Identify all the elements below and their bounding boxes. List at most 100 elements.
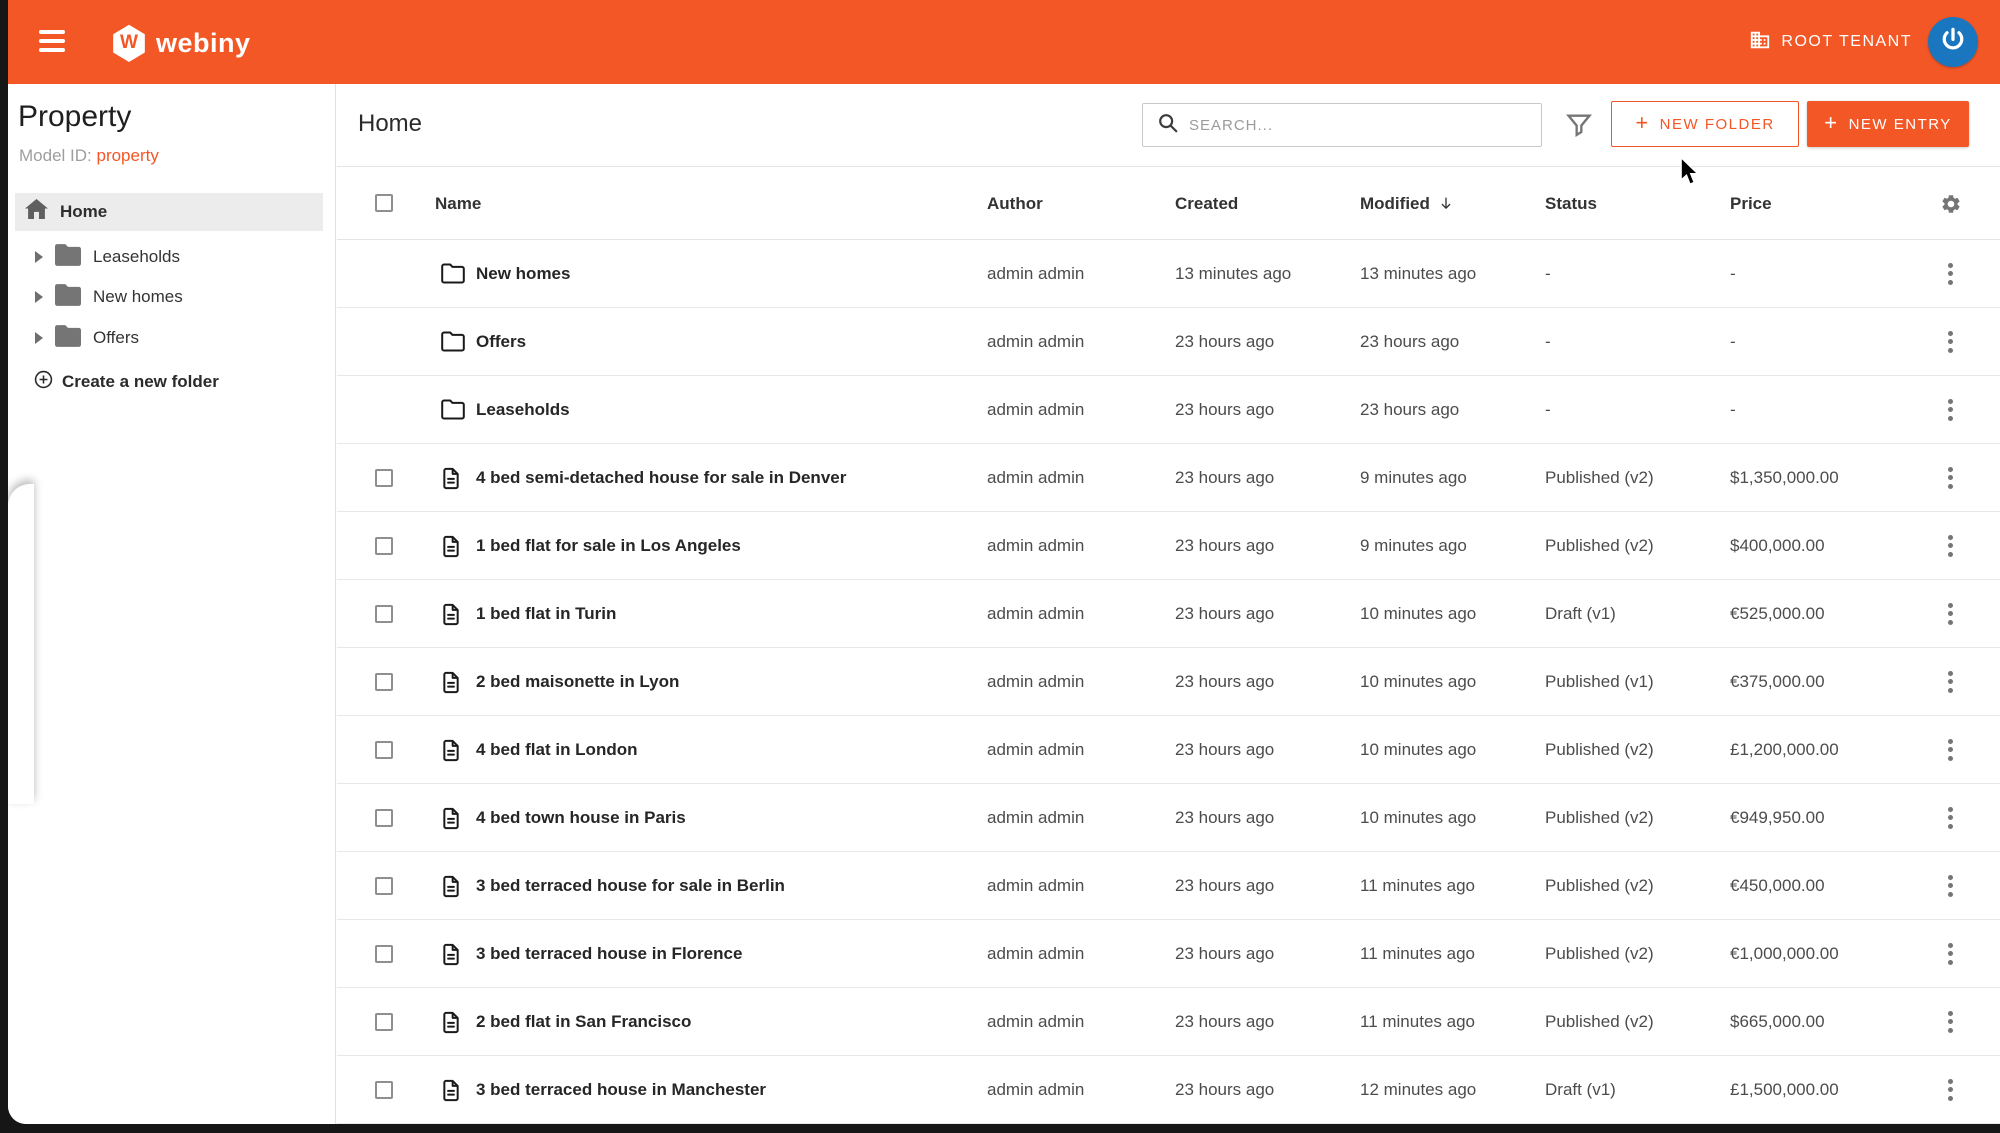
row-menu-kebab-icon[interactable] (1942, 398, 1958, 422)
row-checkbox[interactable] (375, 945, 393, 963)
table-row[interactable]: Offers admin admin 23 hours ago 23 hours… (337, 308, 2000, 376)
app-window: W webiny ROOT TENANT (8, 0, 2000, 1124)
table-row[interactable]: 2 bed maisonette in Lyon admin admin 23 … (337, 648, 2000, 716)
row-menu-kebab-icon[interactable] (1942, 534, 1958, 558)
entry-name[interactable]: 4 bed town house in Paris (476, 808, 686, 828)
select-all-checkbox[interactable] (375, 194, 393, 212)
row-checkbox[interactable] (375, 1081, 393, 1099)
entry-status: Published (v2) (1545, 468, 1654, 488)
document-icon (441, 807, 461, 835)
row-menu-kebab-icon[interactable] (1942, 738, 1958, 762)
row-checkbox[interactable] (375, 673, 393, 691)
entry-created: 23 hours ago (1175, 604, 1274, 624)
column-header-name[interactable]: Name (435, 194, 481, 214)
entry-price: - (1730, 400, 1736, 420)
building-icon (1749, 29, 1771, 56)
column-header-status[interactable]: Status (1545, 194, 1597, 214)
table-row[interactable]: 3 bed terraced house in Manchester admin… (337, 1056, 2000, 1124)
chevron-right-icon[interactable] (35, 291, 43, 303)
entry-name[interactable]: New homes (476, 264, 570, 284)
tenant-selector[interactable]: ROOT TENANT (1749, 29, 1912, 56)
entry-name[interactable]: 1 bed flat for sale in Los Angeles (476, 536, 741, 556)
entry-status: Published (v2) (1545, 536, 1654, 556)
row-menu-kebab-icon[interactable] (1942, 942, 1958, 966)
user-avatar[interactable] (1928, 17, 1978, 67)
entry-name[interactable]: Offers (476, 332, 526, 352)
table-row[interactable]: 1 bed flat for sale in Los Angeles admin… (337, 512, 2000, 580)
model-title: Property (18, 100, 131, 134)
table-row[interactable]: 4 bed flat in London admin admin 23 hour… (337, 716, 2000, 784)
row-menu-kebab-icon[interactable] (1942, 874, 1958, 898)
row-menu-kebab-icon[interactable] (1942, 670, 1958, 694)
entry-name[interactable]: 3 bed terraced house in Manchester (476, 1080, 766, 1100)
new-entry-label: NEW ENTRY (1849, 116, 1952, 133)
entry-price: €525,000.00 (1730, 604, 1825, 624)
row-menu-kebab-icon[interactable] (1942, 1078, 1958, 1102)
entry-name[interactable]: 2 bed flat in San Francisco (476, 1012, 691, 1032)
entry-author: admin admin (987, 536, 1084, 556)
row-checkbox[interactable] (375, 877, 393, 895)
table-row[interactable]: 1 bed flat in Turin admin admin 23 hours… (337, 580, 2000, 648)
sidebar-folder-new-homes[interactable]: New homes (8, 277, 323, 317)
row-menu-kebab-icon[interactable] (1942, 1010, 1958, 1034)
row-checkbox[interactable] (375, 1013, 393, 1031)
column-settings-gear-icon[interactable] (1940, 193, 1962, 220)
new-entry-button[interactable]: + NEW ENTRY (1807, 101, 1969, 147)
sidebar-item-home[interactable]: Home (15, 193, 323, 231)
sidebar-folder-offers[interactable]: Offers (8, 318, 323, 358)
entry-created: 23 hours ago (1175, 332, 1274, 352)
plus-icon: + (1635, 112, 1649, 134)
entry-price: €1,000,000.00 (1730, 944, 1839, 964)
entry-status: Published (v2) (1545, 876, 1654, 896)
entry-name[interactable]: 3 bed terraced house for sale in Berlin (476, 876, 785, 896)
column-header-author[interactable]: Author (987, 194, 1043, 214)
chevron-right-icon[interactable] (35, 251, 43, 263)
entry-status: - (1545, 332, 1551, 352)
row-menu-kebab-icon[interactable] (1942, 806, 1958, 830)
menu-hamburger-icon[interactable] (39, 30, 65, 52)
table-row[interactable]: New homes admin admin 13 minutes ago 13 … (337, 240, 2000, 308)
row-checkbox[interactable] (375, 469, 393, 487)
row-menu-kebab-icon[interactable] (1942, 466, 1958, 490)
table-row[interactable]: 2 bed flat in San Francisco admin admin … (337, 988, 2000, 1056)
row-checkbox[interactable] (375, 537, 393, 555)
entry-created: 23 hours ago (1175, 740, 1274, 760)
column-header-price[interactable]: Price (1730, 194, 1772, 214)
table-row[interactable]: 4 bed semi-detached house for sale in De… (337, 444, 2000, 512)
tenant-label: ROOT TENANT (1781, 33, 1912, 51)
new-folder-button[interactable]: + NEW FOLDER (1611, 101, 1799, 147)
table-row[interactable]: 3 bed terraced house for sale in Berlin … (337, 852, 2000, 920)
entry-name[interactable]: 1 bed flat in Turin (476, 604, 616, 624)
entry-name[interactable]: 4 bed semi-detached house for sale in De… (476, 468, 846, 488)
table-row[interactable]: Leaseholds admin admin 23 hours ago 23 h… (337, 376, 2000, 444)
create-folder-button[interactable]: Create a new folder (34, 370, 219, 394)
table-body: New homes admin admin 13 minutes ago 13 … (337, 240, 2000, 1124)
sidebar-folder-leaseholds[interactable]: Leaseholds (8, 237, 323, 277)
entry-author: admin admin (987, 876, 1084, 896)
webiny-logo[interactable]: W webiny (110, 23, 251, 63)
entry-author: admin admin (987, 332, 1084, 352)
entry-modified: 11 minutes ago (1360, 876, 1475, 896)
entry-author: admin admin (987, 604, 1084, 624)
entry-name[interactable]: 4 bed flat in London (476, 740, 637, 760)
row-checkbox[interactable] (375, 605, 393, 623)
search-input[interactable] (1189, 117, 1541, 134)
row-menu-kebab-icon[interactable] (1942, 602, 1958, 626)
row-menu-kebab-icon[interactable] (1942, 330, 1958, 354)
entry-price: €375,000.00 (1730, 672, 1825, 692)
entry-name[interactable]: 2 bed maisonette in Lyon (476, 672, 679, 692)
filter-button[interactable] (1565, 111, 1595, 141)
row-checkbox[interactable] (375, 809, 393, 827)
row-menu-kebab-icon[interactable] (1942, 262, 1958, 286)
row-checkbox[interactable] (375, 741, 393, 759)
column-header-created[interactable]: Created (1175, 194, 1238, 214)
model-id-label: Model ID: (19, 146, 96, 165)
document-icon (441, 535, 461, 563)
entry-name[interactable]: Leaseholds (476, 400, 570, 420)
table-row[interactable]: 4 bed town house in Paris admin admin 23… (337, 784, 2000, 852)
chevron-right-icon[interactable] (35, 332, 43, 344)
column-header-modified[interactable]: Modified (1360, 194, 1454, 217)
table-row[interactable]: 3 bed terraced house in Florence admin a… (337, 920, 2000, 988)
model-id-value[interactable]: property (96, 146, 158, 165)
entry-name[interactable]: 3 bed terraced house in Florence (476, 944, 742, 964)
